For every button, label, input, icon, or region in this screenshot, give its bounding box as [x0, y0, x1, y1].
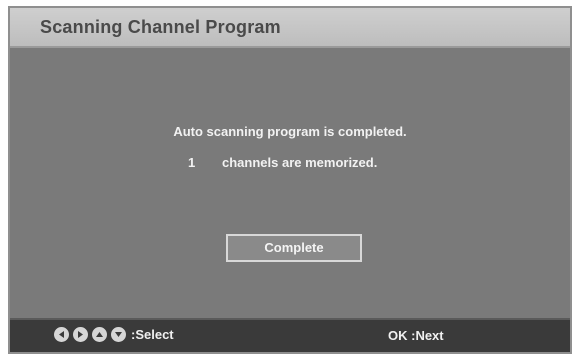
scan-dialog: Scanning Channel Program Auto scanning p… [8, 6, 572, 354]
left-arrow-icon [54, 327, 69, 342]
up-arrow-icon [92, 327, 107, 342]
right-arrow-icon [73, 327, 88, 342]
completion-message: Auto scanning program is completed. [173, 124, 407, 139]
navigation-hint: :Select [54, 327, 174, 342]
memorized-message: 1 channels are memorized. [188, 155, 377, 170]
page-title: Scanning Channel Program [40, 17, 281, 37]
memorized-text: channels are memorized. [222, 155, 378, 170]
footer-bar: :Select OK :Next [10, 318, 570, 352]
select-hint-label: :Select [131, 327, 174, 342]
title-bar: Scanning Channel Program [10, 8, 570, 48]
ok-next-hint: OK :Next [388, 328, 444, 343]
down-arrow-icon [111, 327, 126, 342]
channel-count: 1 [188, 155, 196, 170]
complete-button[interactable]: Complete [226, 234, 362, 262]
content-area: Auto scanning program is completed. 1 cha… [10, 48, 570, 320]
